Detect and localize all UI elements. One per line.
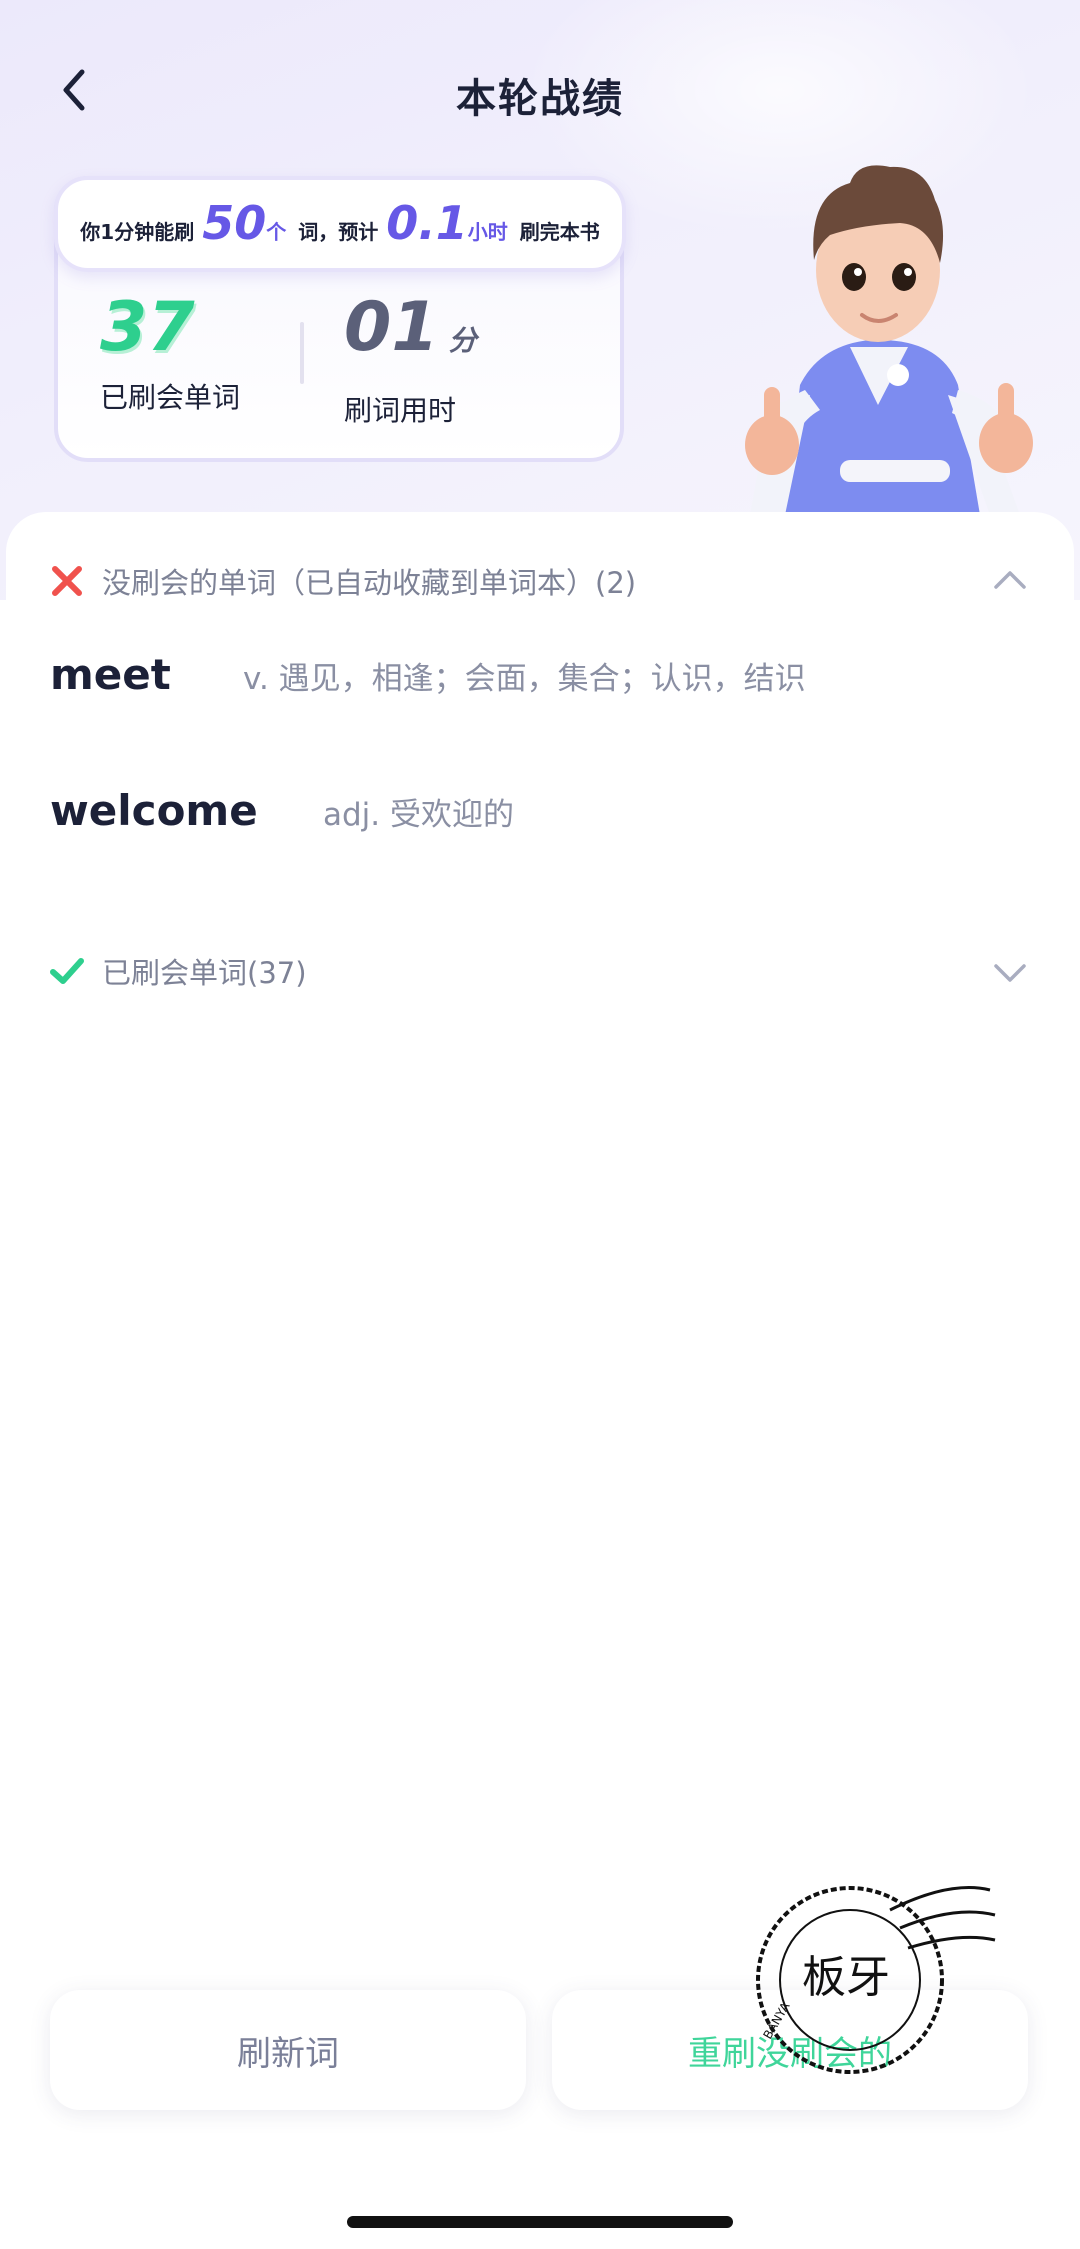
- time-value: 01: [344, 288, 439, 367]
- mascot-illustration: [745, 165, 1033, 515]
- time-unit: 分: [448, 324, 477, 357]
- time-row: 01 分: [344, 292, 477, 377]
- learned-section-title: 已刷会单词(37): [102, 956, 307, 990]
- x-mark-icon: [52, 566, 82, 596]
- words-per-minute: 50: [202, 196, 267, 250]
- word-row[interactable]: welcome adj. 受欢迎的: [50, 786, 514, 835]
- words-unit: 个: [266, 220, 287, 244]
- word-text: meet: [50, 650, 171, 699]
- chevron-up-icon[interactable]: [990, 560, 1030, 600]
- learned-stat: 37 已刷会单词: [100, 292, 240, 416]
- speed-middle: 词，预计: [298, 220, 379, 244]
- unlearned-section-header[interactable]: 没刷会的单词（已自动收藏到单词本）(2): [50, 560, 636, 602]
- watermark-text: 板牙: [802, 1952, 890, 2003]
- word-row[interactable]: meet v. 遇见，相逢；会面，集合；认识，结识: [50, 650, 806, 699]
- time-label: 刷词用时: [344, 394, 457, 427]
- speed-suffix: 刷完本书: [519, 220, 600, 244]
- speed-banner: 你1分钟能刷 50 个 词，预计 0.1 小时 刷完本书: [54, 176, 626, 272]
- hours-unit: 小时: [467, 220, 508, 244]
- unlearned-section-title: 没刷会的单词（已自动收藏到单词本）(2): [102, 566, 637, 600]
- speed-prefix: 你1分钟能刷: [80, 220, 195, 244]
- estimated-hours: 0.1: [386, 196, 468, 250]
- learned-label: 已刷会单词: [100, 381, 241, 414]
- time-stat: 01 分 刷词用时: [344, 292, 477, 429]
- refresh-words-button[interactable]: 刷新词: [50, 1990, 526, 2110]
- word-meaning: adj. 受欢迎的: [323, 797, 514, 833]
- checkmark-icon: [50, 958, 84, 984]
- stat-divider: [300, 322, 304, 384]
- home-indicator: [347, 2216, 733, 2228]
- learned-count: 37: [100, 288, 195, 367]
- word-text: welcome: [50, 786, 258, 835]
- learned-section-header[interactable]: 已刷会单词(37): [50, 950, 307, 992]
- page-title: 本轮战绩: [456, 76, 624, 122]
- word-meaning: v. 遇见，相逢；会面，集合；认识，结识: [243, 661, 806, 697]
- watermark-stamp: 板牙 BANYA: [756, 1886, 996, 2074]
- chevron-down-icon[interactable]: [990, 952, 1030, 992]
